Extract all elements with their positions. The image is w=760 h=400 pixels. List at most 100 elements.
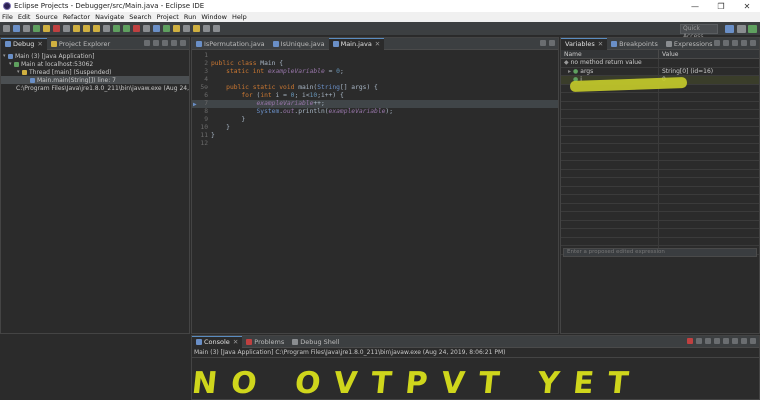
menu-navigate[interactable]: Navigate bbox=[95, 13, 124, 21]
close-window-button[interactable]: ✕ bbox=[734, 0, 760, 12]
tab-label: Main.java bbox=[341, 40, 372, 48]
close-icon[interactable]: ✕ bbox=[233, 338, 238, 346]
minimize-view-icon[interactable] bbox=[540, 40, 546, 46]
run-icon[interactable] bbox=[123, 25, 130, 32]
resume-icon[interactable] bbox=[33, 25, 40, 32]
collapse-all-icon[interactable] bbox=[723, 40, 729, 46]
suspend-icon[interactable] bbox=[43, 25, 50, 32]
new-package-icon[interactable] bbox=[153, 25, 160, 32]
tab-label: Expressions bbox=[674, 40, 713, 48]
scroll-lock-icon[interactable] bbox=[714, 338, 720, 344]
drop-to-frame-icon[interactable] bbox=[103, 25, 110, 32]
maximize-button[interactable]: ❐ bbox=[708, 0, 734, 12]
forward-icon[interactable] bbox=[213, 25, 220, 32]
tab-main-java[interactable]: Main.java ✕ bbox=[329, 38, 385, 50]
show-types-icon[interactable] bbox=[714, 40, 720, 46]
tab-project-explorer[interactable]: Project Explorer bbox=[47, 38, 114, 50]
external-tools-icon[interactable] bbox=[133, 25, 140, 32]
column-header-name[interactable]: Name bbox=[561, 50, 659, 58]
variables-tabbar: Variables ✕ Breakpoints Expressions bbox=[561, 38, 759, 50]
variables-header: Name Value bbox=[561, 50, 759, 59]
menu-help[interactable]: Help bbox=[232, 13, 247, 21]
display-console-icon[interactable] bbox=[732, 338, 738, 344]
link-icon[interactable] bbox=[153, 40, 159, 46]
menu-file[interactable]: File bbox=[2, 13, 13, 21]
collapse-all-icon[interactable] bbox=[144, 40, 150, 46]
menu-source[interactable]: Source bbox=[35, 13, 57, 21]
maximize-view-icon[interactable] bbox=[750, 338, 756, 344]
tab-variables[interactable]: Variables ✕ bbox=[561, 38, 607, 50]
quick-access-field[interactable]: Quick Access bbox=[680, 24, 718, 34]
variable-row[interactable]: ◆no method return value bbox=[561, 59, 759, 68]
close-icon[interactable]: ✕ bbox=[598, 40, 603, 48]
minimize-button[interactable]: — bbox=[682, 0, 708, 12]
java-perspective-icon[interactable] bbox=[725, 25, 734, 33]
close-icon[interactable]: ✕ bbox=[37, 40, 42, 48]
open-perspective-icon[interactable] bbox=[748, 25, 757, 33]
remove-launch-icon[interactable] bbox=[696, 338, 702, 344]
code-line: 4 bbox=[192, 76, 558, 84]
view-menu-icon[interactable] bbox=[162, 40, 168, 46]
menu-refactor[interactable]: Refactor bbox=[63, 13, 90, 21]
debug-icon[interactable] bbox=[113, 25, 120, 32]
minimize-view-icon[interactable] bbox=[741, 40, 747, 46]
minimize-view-icon[interactable] bbox=[171, 40, 177, 46]
variable-value: String[0] (id=16) bbox=[659, 68, 759, 76]
menu-run[interactable]: Run bbox=[184, 13, 196, 21]
terminate-icon[interactable] bbox=[53, 25, 60, 32]
expand-arrow-icon[interactable]: ▸ bbox=[568, 68, 571, 75]
menu-edit[interactable]: Edit bbox=[18, 13, 31, 21]
new-icon[interactable] bbox=[3, 25, 10, 32]
empty-cell bbox=[561, 119, 659, 127]
next-annotation-icon[interactable] bbox=[193, 25, 200, 32]
tree-item-thread[interactable]: ▾ Thread [main] (Suspended) bbox=[1, 68, 189, 76]
menu-search[interactable]: Search bbox=[129, 13, 151, 21]
tab-debug-shell[interactable]: Debug Shell bbox=[288, 336, 343, 348]
search-icon[interactable] bbox=[183, 25, 190, 32]
tree-item-launch[interactable]: ▾ Main (3) [Java Application] bbox=[1, 52, 189, 60]
variable-row[interactable]: ▸●args String[0] (id=16) bbox=[561, 68, 759, 77]
terminate-icon[interactable] bbox=[687, 338, 693, 344]
maximize-view-icon[interactable] bbox=[750, 40, 756, 46]
close-icon[interactable]: ✕ bbox=[375, 40, 380, 48]
tab-expressions[interactable]: Expressions bbox=[662, 38, 717, 50]
tab-problems[interactable]: Problems bbox=[242, 336, 288, 348]
debug-shell-icon bbox=[292, 339, 298, 345]
back-icon[interactable] bbox=[203, 25, 210, 32]
new-java-project-icon[interactable] bbox=[143, 25, 150, 32]
minimize-view-icon[interactable] bbox=[741, 338, 747, 344]
tab-console[interactable]: Console ✕ bbox=[192, 336, 242, 348]
menu-project[interactable]: Project bbox=[157, 13, 179, 21]
tab-debug[interactable]: Debug ✕ bbox=[1, 38, 47, 50]
tab-isunique[interactable]: IsUnique.java bbox=[269, 38, 329, 50]
clear-console-icon[interactable] bbox=[705, 338, 711, 344]
tab-ispermutation[interactable]: IsPermutation.java bbox=[192, 38, 269, 50]
variable-name: no method return value bbox=[571, 59, 642, 66]
editor-tabbar: IsPermutation.java IsUnique.java Main.ja… bbox=[192, 38, 558, 50]
maximize-view-icon[interactable] bbox=[549, 40, 555, 46]
code-line: 6 for (int i = 0; i<10;i++) { bbox=[192, 92, 558, 100]
tab-breakpoints[interactable]: Breakpoints bbox=[607, 38, 662, 50]
save-all-icon[interactable] bbox=[23, 25, 30, 32]
problems-icon bbox=[246, 339, 252, 345]
view-menu-icon[interactable] bbox=[732, 40, 738, 46]
open-type-icon[interactable] bbox=[173, 25, 180, 32]
tree-item-stack-frame[interactable]: Main.main(String[]) line: 7 bbox=[1, 76, 189, 84]
menu-window[interactable]: Window bbox=[201, 13, 227, 21]
maximize-view-icon[interactable] bbox=[180, 40, 186, 46]
step-into-icon[interactable] bbox=[73, 25, 80, 32]
disconnect-icon[interactable] bbox=[63, 25, 70, 32]
column-header-value[interactable]: Value bbox=[659, 50, 678, 58]
tree-item-process[interactable]: C:\Program Files\Java\jre1.8.0_211\bin\j… bbox=[1, 84, 189, 92]
save-icon[interactable] bbox=[13, 25, 20, 32]
code-editor[interactable]: 1 2public class Main { 3 static int exam… bbox=[192, 50, 558, 333]
empty-variable-row bbox=[561, 229, 759, 238]
step-over-icon[interactable] bbox=[83, 25, 90, 32]
empty-cell bbox=[561, 170, 659, 178]
step-return-icon[interactable] bbox=[93, 25, 100, 32]
new-class-icon[interactable] bbox=[163, 25, 170, 32]
debug-perspective-icon[interactable] bbox=[737, 25, 746, 33]
tree-item-vm[interactable]: ▾ Main at localhost:53062 bbox=[1, 60, 189, 68]
detail-pane[interactable]: Enter a proposed edited expression bbox=[563, 248, 757, 257]
pin-console-icon[interactable] bbox=[723, 338, 729, 344]
